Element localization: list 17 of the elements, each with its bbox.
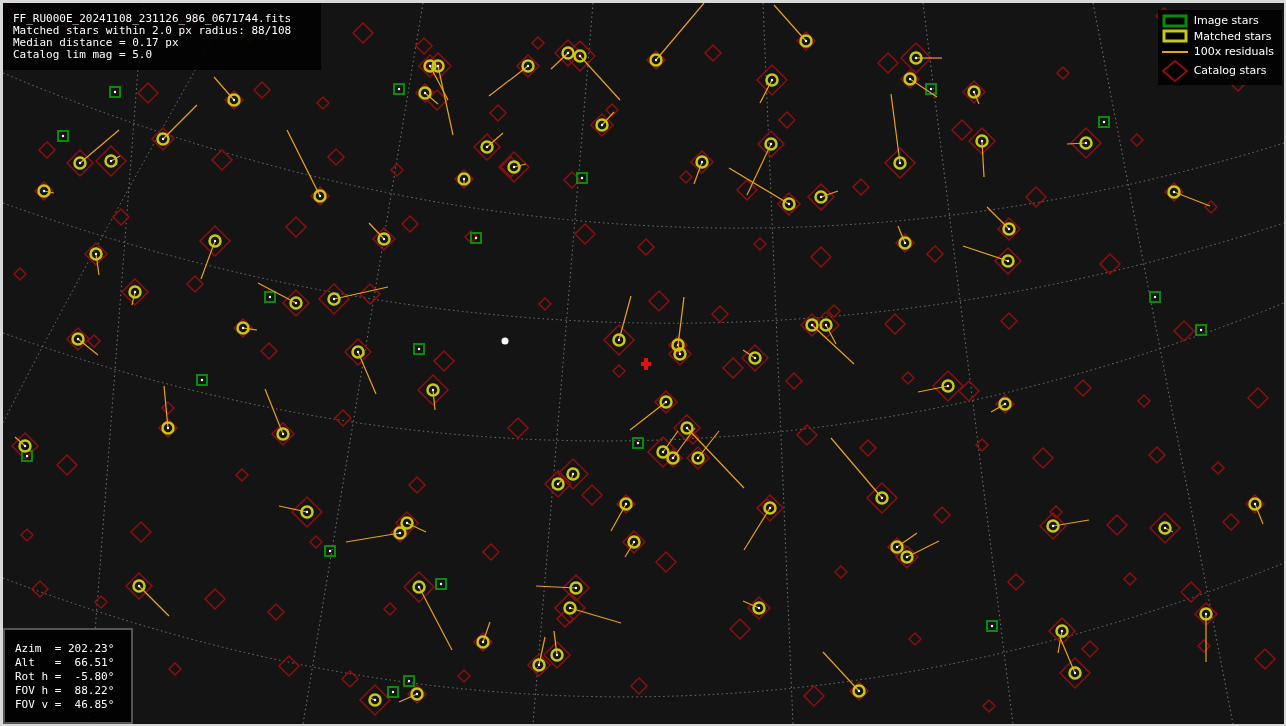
info-text: Catalog lim mag = 5.0 [13,49,154,61]
matched-star-square-icon [1161,29,1188,44]
legend-label: Catalog stars [1193,64,1267,77]
info-text: Matched stars within 2.0 px radius: 88/108 [13,25,293,37]
info-text: FF_RU000E_20241108_231126_986_0671744.fits [13,13,293,25]
info-text: Median distance = 0.17 px [13,37,180,49]
legend-label: Image stars [1193,14,1259,28]
pointing-text: FOV h = 88.22° [15,684,116,698]
legend-label: 100x residuals [1193,45,1274,59]
residual-line-icon [1161,50,1188,53]
pointing-text: Alt = 66.51° [15,656,116,670]
pointing-text: FOV v = 46.85° [15,698,116,712]
image-star-square-icon [1161,13,1188,28]
pointing-text: Rot h = -5.80° [15,670,116,684]
pointing-text: Azim = 202.23° [15,642,116,656]
diamond-icon [1161,59,1188,82]
legend-label: Matched stars [1193,29,1272,43]
